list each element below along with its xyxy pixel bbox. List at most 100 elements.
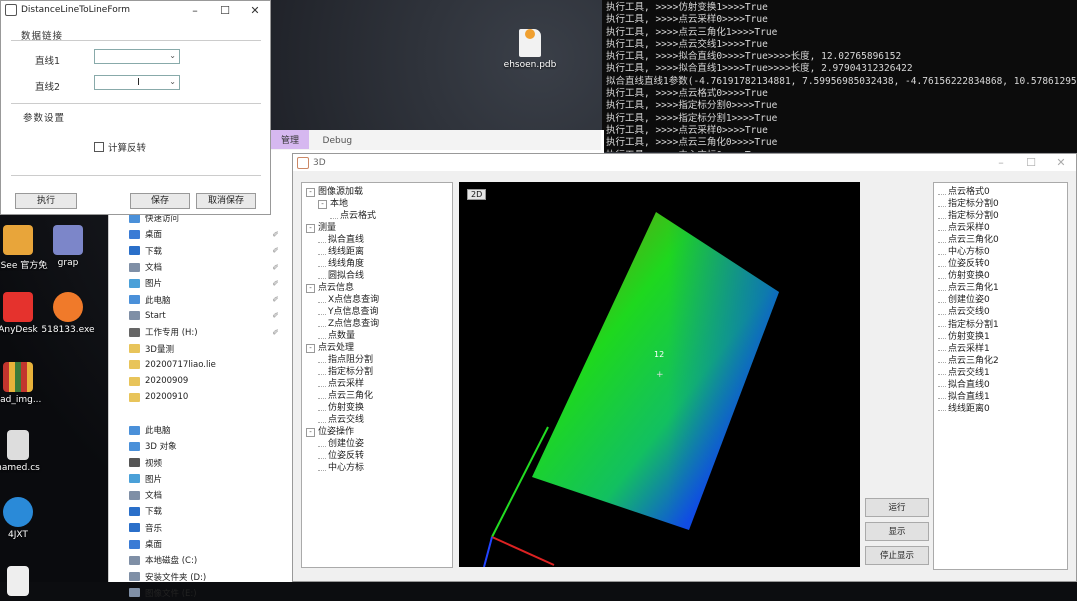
execute-button[interactable]: 执行 bbox=[15, 193, 77, 209]
list-item[interactable]: 点云采样1 bbox=[938, 343, 1067, 355]
tool-instance-list[interactable]: 点云格式0 指定标分割0 指定标分割0 点云采样0 点云三角化0 中心方标0 位姿反转0 仿射… bbox=[933, 182, 1068, 570]
tree-node[interactable]: 指点阻分割 bbox=[306, 354, 452, 366]
stop-show-button[interactable]: 停止显示 bbox=[865, 546, 929, 565]
tool-tree[interactable]: - 图像源加载 - 本地 点云格式 - 测量 拟合直线 线线距离 线线角度 圆拟合线 - 点云信息 X点信… bbox=[301, 182, 453, 568]
tree-node[interactable]: 点云三角化 bbox=[306, 390, 452, 402]
pin-icon[interactable]: ✐ bbox=[272, 230, 279, 239]
tree-node[interactable]: - 位姿操作 bbox=[306, 426, 452, 438]
desktop-icon-grap[interactable]: grap bbox=[38, 225, 98, 268]
collapse-icon[interactable]: - bbox=[306, 343, 315, 353]
tree-node[interactable]: 中心方标 bbox=[306, 462, 452, 474]
nav-item[interactable]: 安装文件夹 (D:) bbox=[129, 569, 279, 585]
tree-node[interactable]: 点数量 bbox=[306, 330, 452, 342]
nav-item[interactable]: 音乐 bbox=[129, 520, 279, 536]
tree-node[interactable]: - 测量 bbox=[306, 222, 452, 234]
tree-node[interactable]: 仿射变换 bbox=[306, 402, 452, 414]
nav-item[interactable] bbox=[129, 406, 279, 422]
list-item[interactable]: 仿射变换0 bbox=[938, 270, 1067, 282]
list-item[interactable]: 点云交线0 bbox=[938, 306, 1067, 318]
tree-node[interactable]: - 图像源加载 bbox=[306, 186, 452, 198]
nav-item[interactable]: 图片 bbox=[129, 471, 279, 487]
view-mode-badge[interactable]: 2D bbox=[467, 189, 487, 200]
minimize-icon[interactable]: – bbox=[986, 156, 1016, 169]
list-item[interactable]: 指定标分割1 bbox=[938, 319, 1067, 331]
chevron-down-icon[interactable]: ⌄ bbox=[169, 77, 176, 86]
list-item[interactable]: 点云交线1 bbox=[938, 367, 1067, 379]
tree-node[interactable]: - 点云处理 bbox=[306, 342, 452, 354]
nav-item[interactable]: 3D量测 bbox=[129, 340, 279, 356]
close-icon[interactable]: ✕ bbox=[240, 4, 270, 17]
nav-item[interactable]: 桌面 bbox=[129, 536, 279, 552]
list-item[interactable]: 指定标分割0 bbox=[938, 210, 1067, 222]
nav-item[interactable]: 桌面 ✐ bbox=[129, 226, 279, 242]
tree-node[interactable]: 线线角度 bbox=[306, 258, 452, 270]
pin-icon[interactable]: ✐ bbox=[272, 311, 279, 320]
tree-node[interactable]: 创建位姿 bbox=[306, 438, 452, 450]
tree-node[interactable]: 拟合直线 bbox=[306, 234, 452, 246]
nav-item[interactable]: 文档 bbox=[129, 487, 279, 503]
tree-node[interactable]: X点信息查询 bbox=[306, 294, 452, 306]
tree-node[interactable]: 线线距离 bbox=[306, 246, 452, 258]
tree-node[interactable]: Z点信息查询 bbox=[306, 318, 452, 330]
chevron-down-icon[interactable]: ⌄ bbox=[169, 51, 176, 60]
nav-item[interactable]: 此电脑 bbox=[129, 422, 279, 438]
maximize-icon[interactable]: ☐ bbox=[210, 4, 240, 17]
tree-node[interactable]: 点云交线 bbox=[306, 414, 452, 426]
pin-icon[interactable]: ✐ bbox=[272, 263, 279, 272]
nav-item[interactable]: 本地磁盘 (C:) bbox=[129, 552, 279, 568]
line1-combobox[interactable]: ⌄ bbox=[94, 49, 180, 64]
list-item[interactable]: 中心方标0 bbox=[938, 246, 1067, 258]
list-item[interactable]: 点云三角化0 bbox=[938, 234, 1067, 246]
pin-icon[interactable]: ✐ bbox=[272, 295, 279, 304]
tree-node[interactable]: 点云采样 bbox=[306, 378, 452, 390]
nav-item[interactable]: 下载 ✐ bbox=[129, 243, 279, 259]
collapse-icon[interactable]: - bbox=[306, 283, 315, 293]
tree-node[interactable]: 指定标分割 bbox=[306, 366, 452, 378]
nav-item[interactable]: 图像文件 (E:) bbox=[129, 585, 279, 601]
nav-item[interactable]: 视频 bbox=[129, 454, 279, 470]
maximize-icon[interactable]: ☐ bbox=[1016, 156, 1046, 169]
tree-node[interactable]: - 点云信息 bbox=[306, 282, 452, 294]
desktop-icon-partial[interactable] bbox=[0, 566, 48, 599]
collapse-icon[interactable]: - bbox=[306, 427, 315, 437]
cancel-save-button[interactable]: 取消保存 bbox=[196, 193, 256, 209]
collapse-icon[interactable]: - bbox=[318, 199, 327, 209]
minimize-icon[interactable]: – bbox=[180, 4, 210, 17]
line2-combobox[interactable]: ⌄ I bbox=[94, 75, 180, 90]
tab-manage[interactable]: 管理 bbox=[271, 130, 310, 149]
desktop-icon-readimg[interactable]: ead_img... bbox=[0, 362, 48, 405]
tree-node[interactable]: 位姿反转 bbox=[306, 450, 452, 462]
tab-debug[interactable]: Debug bbox=[313, 133, 363, 149]
save-button[interactable]: 保存 bbox=[130, 193, 190, 209]
nav-item[interactable]: 20200910 bbox=[129, 389, 279, 405]
run-button[interactable]: 运行 bbox=[865, 498, 929, 517]
nav-item[interactable]: 20200717liao.lie bbox=[129, 357, 279, 373]
close-icon[interactable]: ✕ bbox=[1046, 156, 1076, 169]
list-item[interactable]: 创建位姿0 bbox=[938, 294, 1067, 306]
list-item[interactable]: 点云三角化2 bbox=[938, 355, 1067, 367]
pin-icon[interactable]: ✐ bbox=[272, 328, 279, 337]
nav-item[interactable]: 文档 ✐ bbox=[129, 259, 279, 275]
nav-item[interactable]: 20200909 bbox=[129, 373, 279, 389]
tree-node[interactable]: 圆拟合线 bbox=[306, 270, 452, 282]
desktop-icon-namedcs[interactable]: named.cs bbox=[0, 430, 48, 473]
nav-item[interactable]: 图片 ✐ bbox=[129, 275, 279, 291]
compute-reverse-checkbox[interactable]: 计算反转 bbox=[94, 140, 146, 154]
nav-item[interactable]: Start ✐ bbox=[129, 308, 279, 324]
nav-item[interactable]: 此电脑 ✐ bbox=[129, 291, 279, 307]
list-item[interactable]: 点云格式0 bbox=[938, 186, 1067, 198]
list-item[interactable]: 拟合直线0 bbox=[938, 379, 1067, 391]
collapse-icon[interactable]: - bbox=[306, 187, 315, 197]
list-item[interactable]: 线线距离0 bbox=[938, 403, 1067, 415]
tree-node[interactable]: 点云格式 bbox=[306, 210, 452, 222]
pin-icon[interactable]: ✐ bbox=[272, 279, 279, 288]
nav-item[interactable]: 工作专用 (H:) ✐ bbox=[129, 324, 279, 340]
list-item[interactable]: 仿射变换1 bbox=[938, 331, 1067, 343]
tree-node[interactable]: - 本地 bbox=[306, 198, 452, 210]
pin-icon[interactable]: ✐ bbox=[272, 246, 279, 255]
list-item[interactable]: 点云采样0 bbox=[938, 222, 1067, 234]
show-button[interactable]: 显示 bbox=[865, 522, 929, 541]
3d-viewport[interactable]: 12 + 2D bbox=[459, 182, 860, 567]
list-item[interactable]: 拟合直线1 bbox=[938, 391, 1067, 403]
tree-node[interactable]: Y点信息查询 bbox=[306, 306, 452, 318]
